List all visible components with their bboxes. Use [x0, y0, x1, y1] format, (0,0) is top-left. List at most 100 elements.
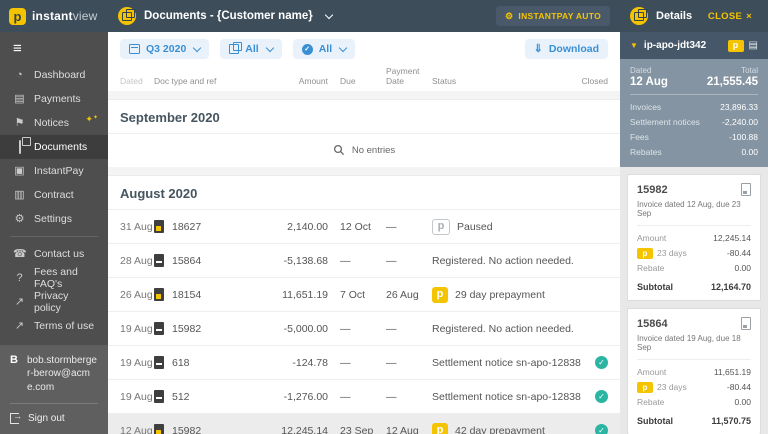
phone-icon: ☎: [13, 249, 26, 260]
user-identity: B bob.stormberger-berow@acme.com: [10, 354, 98, 395]
invoice-card[interactable]: 15982 Invoice dated 12 Aug, due 23 Sep A…: [627, 174, 761, 301]
app-logo: p instantview: [0, 0, 108, 32]
status-filter-dropdown[interactable]: All: [293, 39, 355, 59]
header-due[interactable]: Due: [340, 76, 386, 86]
table-row-selected[interactable]: 12 Aug 15982 12,245.14 23 Sep 12 Aug p42…: [108, 413, 620, 434]
table-row[interactable]: 26 Aug 18154 11,651.19 7 Oct 26 Aug p29 …: [108, 277, 620, 311]
section-separator: [108, 167, 620, 176]
sign-out-button[interactable]: Sign out: [10, 403, 98, 424]
instantpay-p-icon: p: [637, 248, 653, 259]
sign-out-icon: [10, 413, 19, 424]
sidebar-item-contact-us[interactable]: ☎Contact us: [0, 242, 108, 266]
settings-gears-icon: ⚙: [13, 214, 26, 225]
table-row[interactable]: 19 Aug 512 -1,276.00 — — Settlement noti…: [108, 379, 620, 413]
sidebar-item-contract[interactable]: ▥Contract: [0, 183, 108, 207]
details-panel: Details CLOSE× ▼ ip-apo-jdt342 p ▤ Dated…: [620, 0, 768, 434]
summary-line: Invoices23,896.33: [630, 100, 758, 115]
user-email: bob.stormberger-berow@acme.com: [27, 354, 98, 395]
user-box: B bob.stormberger-berow@acme.com Sign ou…: [0, 345, 108, 434]
top-bar: Documents - {Customer name} ⚙ INSTANTPAY…: [108, 0, 620, 32]
closed-check-icon: [595, 390, 608, 403]
summary-dated-value: 12 Aug: [630, 76, 668, 88]
invoice-card[interactable]: 15864 Invoice dated 19 Aug, due 18 Sep A…: [627, 308, 761, 434]
instantpay-p-icon: p: [432, 423, 448, 434]
brand-p-icon: p: [9, 8, 26, 25]
header-amount[interactable]: Amount: [270, 76, 328, 86]
invoice-file-icon: [154, 288, 164, 301]
sidebar-item-terms-of-use[interactable]: ↗Terms of use: [0, 314, 108, 338]
check-circle-icon: [302, 44, 313, 55]
details-cards: 15982 Invoice dated 12 Aug, due 23 Sep A…: [620, 167, 768, 434]
instantpay-p-icon: p: [432, 287, 448, 303]
gears-icon: ⚙: [505, 12, 513, 21]
header-status[interactable]: Status: [432, 76, 574, 86]
sidebar-item-payments[interactable]: ▤Payments: [0, 87, 108, 111]
close-icon: ×: [746, 11, 752, 22]
summary-total-label: Total: [707, 66, 758, 75]
summary-dated-label: Dated: [630, 66, 668, 75]
sidebar: p instantview ≡ ◔Dashboard ▤Payments ⚑No…: [0, 0, 108, 434]
header-payment-date[interactable]: Payment Date: [386, 66, 432, 86]
invoice-file-icon: [154, 220, 164, 233]
sidebar-item-dashboard[interactable]: ◔Dashboard: [0, 63, 108, 87]
sidebar-item-settings[interactable]: ⚙Settings: [0, 207, 108, 231]
sidebar-item-privacy-policy[interactable]: ↗Privacy policy: [0, 290, 108, 314]
card-title: 15982: [637, 184, 668, 196]
hamburger-menu-icon[interactable]: ≡: [0, 32, 108, 61]
documents-page-icon: [118, 7, 136, 25]
table-row[interactable]: 19 Aug 15982 -5,000.00 — — Registered. N…: [108, 311, 620, 345]
close-button[interactable]: CLOSE×: [702, 10, 758, 23]
details-summary: Dated 12 Aug Total 21,555.45 Invoices23,…: [620, 59, 768, 167]
coins-icon: ▤: [749, 41, 758, 51]
summary-total-value: 21,555.45: [707, 76, 758, 88]
closed-check-icon: [595, 424, 608, 434]
card-line: Amount12,245.14: [637, 231, 751, 246]
card-title: 15864: [637, 318, 668, 330]
section-separator: [108, 91, 620, 100]
instantpay-p-icon: p: [637, 382, 653, 393]
sparkle-icon: ✦✦: [85, 115, 98, 124]
period-filter-dropdown[interactable]: Q3 2020: [120, 39, 209, 59]
dashboard-icon: ◔: [13, 70, 26, 81]
filter-bar: Q3 2020 All All ⇓Download: [108, 32, 620, 64]
download-icon: ⇓: [534, 44, 543, 55]
payments-icon: ▤: [13, 94, 26, 105]
table-row[interactable]: 19 Aug 618 -124.78 — — Settlement notice…: [108, 345, 620, 379]
documents-content: Q3 2020 All All ⇓Download Dated Doc type…: [108, 32, 620, 434]
sidebar-nav: ◔Dashboard ▤Payments ⚑Notices✦✦ Document…: [0, 61, 108, 345]
details-title: Details: [656, 10, 692, 22]
card-subtitle: Invoice dated 12 Aug, due 23 Sep: [637, 200, 751, 218]
download-button[interactable]: ⇓Download: [525, 39, 608, 59]
instantpay-auto-button[interactable]: ⚙ INSTANTPAY AUTO: [496, 6, 610, 26]
external-link-icon: ↗: [13, 321, 26, 332]
no-entries-row: No entries: [108, 133, 620, 167]
main-column: Documents - {Customer name} ⚙ INSTANTPAY…: [108, 0, 620, 434]
credit-file-icon: [154, 322, 164, 335]
table-row[interactable]: 31 Aug 18627 2,140.00 12 Oct — pPaused: [108, 209, 620, 243]
notices-flag-icon: ⚑: [13, 118, 26, 129]
card-line: p23 days-80.44: [637, 380, 751, 395]
closed-check-icon: [595, 356, 608, 369]
chevron-down-icon: [193, 43, 201, 51]
details-header: Details CLOSE×: [620, 0, 768, 32]
document-group-row[interactable]: ▼ ip-apo-jdt342 p ▤: [620, 32, 768, 59]
credit-file-icon: [154, 390, 164, 403]
sidebar-item-documents[interactable]: Documents: [0, 135, 108, 159]
sidebar-item-notices[interactable]: ⚑Notices✦✦: [0, 111, 108, 135]
contract-icon: ▥: [13, 190, 26, 201]
chevron-down-icon[interactable]: [324, 11, 332, 19]
header-closed[interactable]: Closed: [574, 76, 608, 86]
instantpay-p-icon: p: [728, 40, 744, 52]
doc-type-filter-dropdown[interactable]: All: [220, 39, 281, 59]
table-row[interactable]: 28 Aug 15864 -5,138.68 — — Registered. N…: [108, 243, 620, 277]
documents-icon: [13, 142, 26, 153]
sidebar-item-fees-faq[interactable]: ?Fees and FAQ's: [0, 266, 108, 290]
details-doc-icon: [630, 7, 648, 25]
header-doc-type[interactable]: Doc type and ref: [154, 76, 270, 86]
table-header: Dated Doc type and ref Amount Due Paymen…: [108, 64, 620, 91]
paused-p-icon: p: [432, 219, 450, 235]
summary-line: Rebates0.00: [630, 145, 758, 160]
header-dated[interactable]: Dated: [120, 76, 154, 86]
card-subtotal: Subtotal12,164.70: [637, 282, 751, 292]
sidebar-item-instantpay[interactable]: ▣InstantPay: [0, 159, 108, 183]
